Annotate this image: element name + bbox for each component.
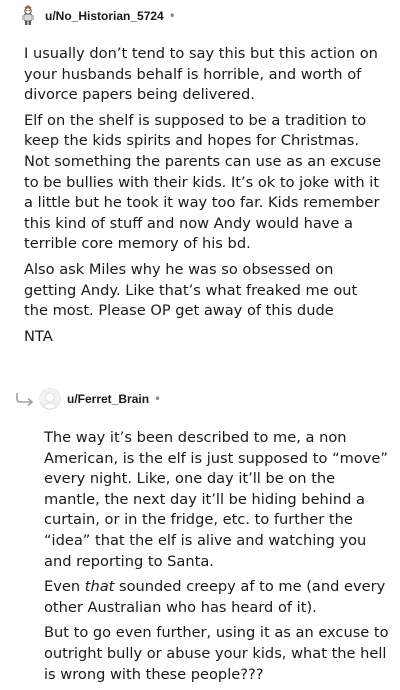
reply-arrow-icon <box>16 393 34 407</box>
comment-paragraph: Even that sounded creepy af to me (and e… <box>44 578 386 616</box>
comment-paragraph: The way it’s been described to me, a non… <box>44 429 388 570</box>
comment-paragraph: I usually don’t tend to say this but thi… <box>24 45 378 104</box>
comment-paragraph: Elf on the shelf is supposed to be a tra… <box>24 111 382 253</box>
comment-paragraph: Also ask Miles why he was so obsessed on… <box>24 260 358 320</box>
username-link[interactable]: u/Ferret_Brain <box>67 392 149 406</box>
emphasis-text: that <box>84 578 115 596</box>
username-link[interactable]: u/No_Historian_5724 <box>45 9 164 23</box>
separator-dot: • <box>154 392 162 406</box>
separator-dot: • <box>168 9 176 23</box>
comment-paragraph: NTA <box>24 327 53 345</box>
comment-body: The way it’s been described to me, a non… <box>44 428 389 690</box>
snoo-avatar-icon[interactable] <box>17 5 39 27</box>
comment-header: u/Ferret_Brain • <box>67 391 161 407</box>
default-avatar-icon[interactable] <box>39 388 61 410</box>
comment-paragraph: But to go even further, using it as an e… <box>44 624 389 683</box>
comment-header: u/No_Historian_5724 • <box>45 8 176 24</box>
comment-body: I usually don’t tend to say this but thi… <box>24 44 384 352</box>
